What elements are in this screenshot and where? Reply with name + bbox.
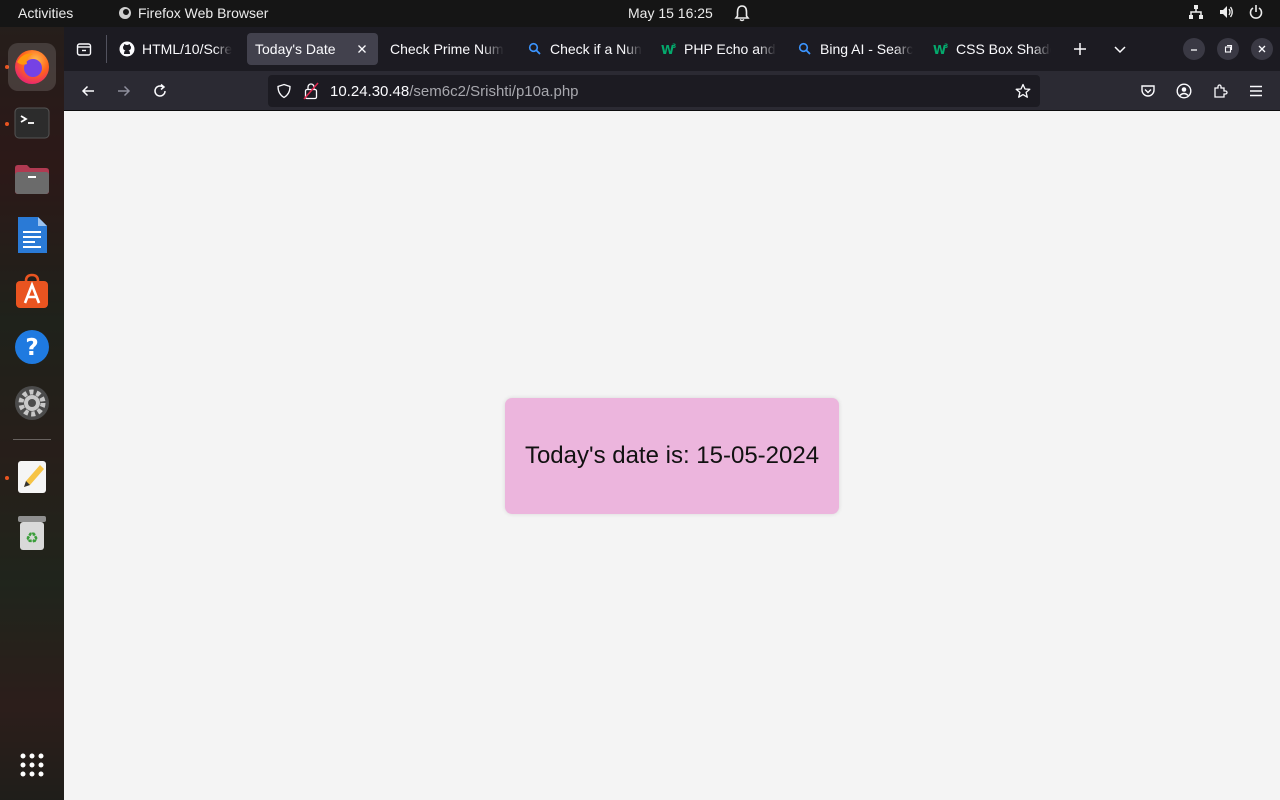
firefox-view-icon: [76, 43, 92, 56]
restore-icon: [1224, 44, 1233, 53]
url-host: 10.24.30.48: [330, 83, 410, 100]
hamburger-icon: [1250, 85, 1262, 97]
firefox-view-button[interactable]: [72, 37, 96, 61]
trash-icon: ♻: [18, 516, 46, 550]
insecure-lock-icon[interactable]: [303, 82, 319, 105]
search-icon: [527, 41, 543, 57]
tab-label: CSS Box Shadc: [956, 41, 1051, 57]
app-name-label: Firefox Web Browser: [138, 5, 269, 21]
arrow-right-icon: [118, 85, 131, 97]
w3-icon: W3: [933, 41, 949, 57]
dock-firefox[interactable]: [8, 43, 56, 91]
dock-separator: [13, 439, 51, 440]
search-icon: [797, 41, 813, 57]
reload-button[interactable]: [148, 79, 172, 103]
url-path: /sem6c2/Srishti/p10a.php: [409, 83, 579, 100]
tab-label: Check if a Nun: [550, 41, 642, 57]
account-button[interactable]: [1172, 79, 1196, 103]
tab-php-echo[interactable]: W3 PHP Echo and: [661, 33, 779, 65]
bookmark-star-icon[interactable]: [1015, 83, 1031, 104]
extensions-icon: [1214, 84, 1228, 98]
dock-writer[interactable]: [8, 211, 56, 259]
github-icon: [119, 41, 135, 57]
power-icon: [1249, 5, 1263, 19]
dock-files[interactable]: [8, 155, 56, 203]
reload-icon: [154, 83, 166, 97]
terminal-icon: [14, 107, 50, 139]
app-center-icon: [16, 273, 48, 308]
dock-trash[interactable]: ♻: [8, 509, 56, 557]
tab-label: Check Prime Num: [390, 41, 504, 57]
tab-bar: HTML/10/Scre Today's Date Check Prime Nu…: [64, 27, 1280, 71]
svg-text:3: 3: [944, 43, 948, 50]
svg-text:?: ?: [25, 335, 38, 361]
dock-show-apps[interactable]: [8, 741, 56, 789]
navigation-toolbar: 10.24.30.48/sem6c2/Srishti/p10a.php: [64, 71, 1280, 111]
extensions-button[interactable]: [1208, 79, 1232, 103]
tab-bing-ai[interactable]: Bing AI - Searc: [797, 33, 915, 65]
tab-separator: [106, 35, 107, 63]
firefox-icon: [15, 50, 49, 84]
network-icon: [1189, 5, 1203, 19]
show-apps-icon: [20, 753, 44, 777]
activities-button[interactable]: Activities: [18, 5, 73, 21]
tab-check-number[interactable]: Check if a Nun: [527, 33, 645, 65]
w3-icon: W3: [661, 41, 677, 57]
dock-help[interactable]: ?: [8, 323, 56, 371]
close-icon: [1258, 45, 1266, 53]
restore-button[interactable]: [1217, 38, 1239, 60]
minimize-button[interactable]: [1183, 38, 1205, 60]
pocket-icon: [1141, 85, 1155, 97]
svg-text:♻: ♻: [25, 529, 38, 547]
tracking-protection-shield-icon[interactable]: [276, 83, 292, 104]
close-tab-icon[interactable]: [354, 41, 370, 57]
volume-icon: [1220, 6, 1233, 18]
tab-label: PHP Echo and: [684, 41, 776, 57]
dock-terminal[interactable]: [8, 99, 56, 147]
clock[interactable]: May 15 16:25: [628, 5, 713, 21]
new-tab-button[interactable]: [1068, 37, 1092, 61]
tab-github[interactable]: HTML/10/Scre: [119, 33, 237, 65]
libreoffice-writer-icon: [18, 217, 47, 253]
close-window-button[interactable]: [1251, 38, 1273, 60]
menu-button[interactable]: [1244, 79, 1268, 103]
help-icon: ?: [15, 330, 49, 364]
date-text: Today's date is: 15-05-2024: [524, 442, 820, 469]
tab-label: Bing AI - Searc: [820, 41, 914, 57]
tab-label: Today's Date: [255, 41, 336, 57]
dock-settings[interactable]: [8, 379, 56, 427]
system-tray[interactable]: [1188, 4, 1264, 20]
dock: ? ♻: [0, 27, 64, 800]
notification-bell-icon[interactable]: [734, 4, 750, 25]
minimize-icon: [1191, 49, 1197, 51]
account-icon: [1176, 83, 1192, 99]
system-top-bar: Activities Firefox Web Browser May 15 16…: [0, 0, 1280, 27]
tab-check-prime[interactable]: Check Prime Num: [390, 33, 508, 65]
forward-button[interactable]: [112, 79, 136, 103]
list-all-tabs-button[interactable]: [1108, 37, 1132, 61]
date-box: Today's date is: 15-05-2024: [505, 398, 839, 514]
dock-text-editor[interactable]: [8, 453, 56, 501]
dock-app-center[interactable]: [8, 267, 56, 315]
url-text[interactable]: 10.24.30.48/sem6c2/Srishti/p10a.php: [330, 83, 579, 100]
text-editor-icon: [18, 461, 46, 493]
tab-label: HTML/10/Scre: [142, 41, 233, 57]
firefox-small-icon: [119, 7, 131, 19]
page-content: Today's date is: 15-05-2024: [64, 112, 1280, 800]
tab-todays-date[interactable]: Today's Date: [247, 33, 378, 65]
files-icon: [15, 165, 49, 194]
browser-window: HTML/10/Scre Today's Date Check Prime Nu…: [64, 27, 1280, 800]
url-bar[interactable]: 10.24.30.48/sem6c2/Srishti/p10a.php: [268, 75, 1040, 107]
plus-icon: [1074, 43, 1086, 55]
settings-icon: [15, 386, 49, 420]
back-button[interactable]: [76, 79, 100, 103]
tab-css-box-shadow[interactable]: W3 CSS Box Shadc: [933, 33, 1051, 65]
arrow-left-icon: [81, 85, 94, 97]
pocket-button[interactable]: [1136, 79, 1160, 103]
svg-text:3: 3: [672, 43, 676, 50]
app-menu[interactable]: Firefox Web Browser: [118, 5, 268, 21]
chevron-down-icon: [1114, 46, 1126, 54]
